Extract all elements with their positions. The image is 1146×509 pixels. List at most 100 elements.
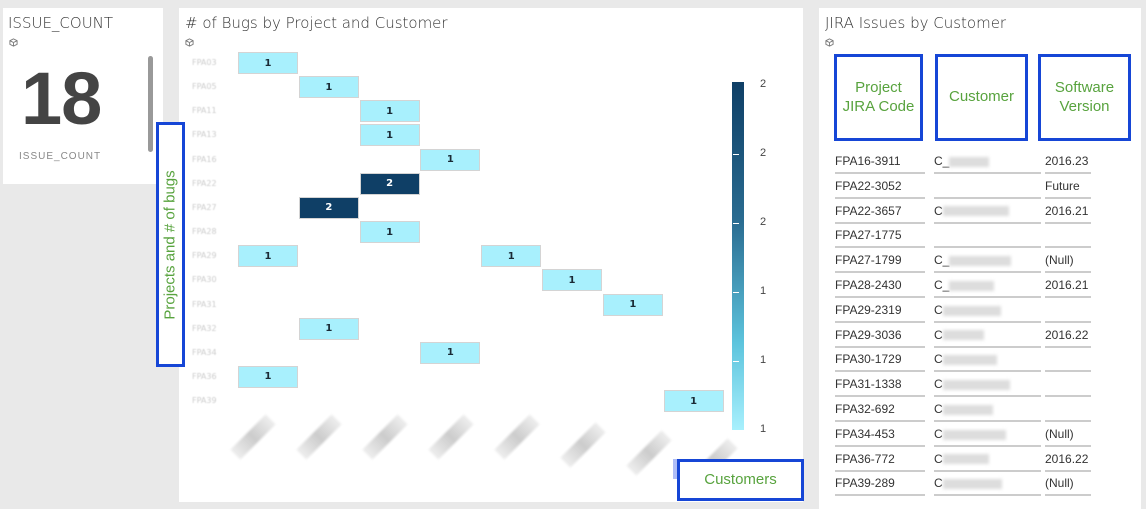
heatmap-cell[interactable]: 1 [420,341,481,364]
table-cell-version[interactable]: 2016.21 [1045,276,1091,298]
customer-prefix: C [934,476,943,491]
row-label: FPA22 [192,178,217,188]
heatmap-cell[interactable]: 1 [420,148,481,171]
table-cell-code[interactable]: FPA34-453 [835,425,925,447]
redacted-text [949,156,990,167]
table-cell-code[interactable]: FPA27-1775 [835,226,925,249]
row-label: FPA32 [192,323,217,333]
table-cell-version[interactable]: (Null) [1045,425,1091,447]
legend-label: 2 [760,147,767,159]
row-label: FPA30 [192,275,217,285]
legend-label: 2 [760,78,767,90]
heatmap-cell[interactable]: 1 [663,390,724,413]
table-cell-code[interactable]: FPA32-692 [835,400,925,422]
legend-tick [733,292,739,293]
legend-label: 1 [760,354,767,366]
legend-tick [733,223,739,224]
table-cell-code[interactable]: FPA29-2319 [835,301,925,323]
legend-label: 1 [760,423,767,435]
customer-prefix: C [934,352,943,367]
table-cell-customer[interactable]: C [934,425,1041,447]
legend-tick [733,361,739,362]
rows-annotation: Projects and # of bugs [156,122,185,367]
rows-annotation-text: Projects and # of bugs [161,169,179,320]
table-cell-version[interactable]: 2016.23 [1045,152,1091,174]
table-cell-customer[interactable]: C [934,400,1041,422]
table-cell-version[interactable] [1045,301,1091,323]
table-cell-customer[interactable]: C_ [934,251,1041,274]
cube-icon [9,38,18,47]
table-cell-customer[interactable]: C [934,474,1041,497]
table-cell-code[interactable]: FPA30-1729 [835,350,925,373]
legend-tick [733,154,739,155]
table-cell-customer[interactable]: C [934,301,1041,323]
table-cell-customer[interactable]: C [934,375,1041,398]
table-cell-customer[interactable] [934,226,1041,249]
heatmap-cell[interactable]: 1 [481,245,542,268]
redacted-text [942,355,997,366]
table-cell-customer[interactable]: C [934,326,1041,348]
table-cell-version[interactable]: 2016.22 [1045,326,1091,348]
redacted-text [942,206,1009,217]
customer-prefix: C_ [934,154,950,168]
header-software-version[interactable]: Software Version [1038,54,1131,141]
header-project-jira-code[interactable]: Project JIRA Code [834,54,923,141]
row-label: FPA31 [192,299,217,309]
table-cell-code[interactable]: FPA36-772 [835,450,925,472]
heatmap-cell[interactable]: 1 [602,293,663,316]
redacted-text [949,256,1012,267]
table-cell-customer[interactable]: C [934,202,1041,224]
header-customer[interactable]: Customer [935,54,1028,141]
table-cell-customer[interactable] [934,177,1041,199]
row-label: FPA36 [192,371,217,381]
row-label: FPA34 [192,347,217,357]
legend-label: 2 [760,216,767,228]
table-cell-version[interactable]: (Null) [1045,474,1091,497]
heatmap-cell[interactable]: 1 [359,124,420,147]
issue-count-panel: ISSUE_COUNT 18 ISSUE_COUNT [3,8,163,184]
heatmap-cell[interactable]: 1 [542,269,602,292]
heatmap-cell[interactable]: 2 [359,172,420,195]
row-label: FPA27 [192,202,217,212]
heatmap-cell[interactable]: 1 [238,365,298,388]
table-cell-code[interactable]: FPA39-289 [835,474,925,497]
legend-label: 1 [760,285,767,297]
table-cell-code[interactable]: FPA29-3036 [835,326,925,348]
kpi-title: ISSUE_COUNT [8,14,114,32]
heatmap-cell[interactable]: 2 [298,196,359,219]
redacted-text [942,429,1006,440]
redacted-text [942,404,993,415]
table-cell-code[interactable]: FPA22-3657 [835,202,925,224]
heatmap-cell[interactable]: 1 [359,221,420,244]
customer-prefix: C [934,377,943,392]
scrollbar[interactable] [148,56,153,152]
row-label: FPA28 [192,227,217,237]
table-cell-code[interactable]: FPA22-3052 [835,177,925,199]
table-cell-code[interactable]: FPA31-1338 [835,375,925,398]
table-cell-customer[interactable]: C [934,450,1041,472]
customer-prefix: C_ [934,253,950,268]
customer-prefix: C [934,302,943,317]
table-cell-version[interactable] [1045,226,1091,249]
table-cell-code[interactable]: FPA16-3911 [835,152,925,174]
table-cell-version[interactable] [1045,350,1091,373]
table-cell-code[interactable]: FPA27-1799 [835,251,925,274]
heatmap-cell[interactable]: 1 [238,245,298,268]
table-cell-version[interactable] [1045,375,1091,398]
heatmap-cell[interactable]: 1 [359,100,420,123]
redacted-text [949,280,995,291]
heatmap-cell[interactable]: 1 [298,317,359,340]
table-cell-version[interactable]: 2016.22 [1045,450,1091,472]
table-cell-customer[interactable]: C [934,350,1041,373]
table-cell-code[interactable]: FPA28-2430 [835,276,925,298]
table-cell-version[interactable] [1045,400,1091,422]
table-cell-customer[interactable]: C_ [934,276,1041,298]
table-cell-customer[interactable]: C_ [934,152,1041,174]
table-cell-version[interactable]: Future [1045,177,1091,199]
table-cell-version[interactable]: 2016.21 [1045,202,1091,224]
row-label: FPA39 [192,396,217,406]
heatmap-cell[interactable]: 1 [298,76,359,99]
heatmap-cell[interactable]: 1 [238,52,298,74]
table-cell-version[interactable]: (Null) [1045,251,1091,274]
row-label: FPA29 [192,251,217,261]
